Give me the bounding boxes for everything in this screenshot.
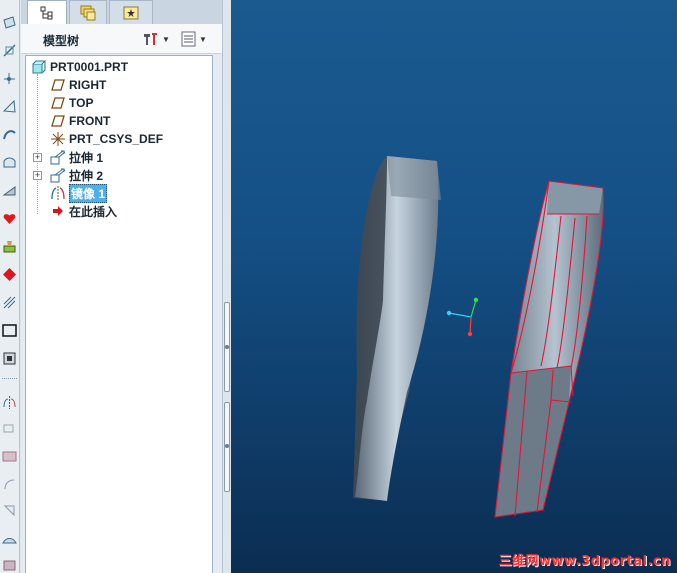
panel-splitter[interactable] — [222, 0, 231, 573]
tab-model-tree[interactable] — [27, 0, 67, 24]
mirrored-part[interactable] — [494, 180, 605, 518]
sweep-tool-icon[interactable] — [1, 126, 18, 143]
solidify-tool-icon[interactable] — [1, 532, 18, 549]
feature-toolbar — [0, 0, 20, 573]
trim-tool-icon[interactable] — [1, 448, 18, 465]
extrude-icon — [50, 149, 66, 165]
expand-toggle[interactable]: + — [33, 171, 42, 180]
mirror-tool-icon[interactable] — [1, 394, 18, 411]
tools-icon — [144, 33, 157, 45]
datum-axis-tool-icon[interactable] — [1, 42, 18, 59]
graphics-viewport[interactable]: 三维网www.3dportal.cn — [231, 0, 677, 573]
tab-folder-browser[interactable] — [69, 0, 107, 24]
hole-tool-icon[interactable] — [1, 238, 18, 255]
tree-root-part[interactable]: PRT0001.PRT — [31, 58, 128, 76]
tree-root-label: PRT0001.PRT — [50, 60, 129, 74]
tree-item-insert-here[interactable]: 在此插入 — [50, 202, 117, 220]
offset-tool-icon[interactable] — [1, 476, 18, 493]
navigator-panel: 模型树 ▼ ▼ PRT0001.PRT RIGHT TOP FRONT PRT_… — [21, 0, 222, 573]
model-tree: PRT0001.PRT RIGHT TOP FRONT PRT_CSYS_DEF… — [25, 55, 213, 573]
sketch-tool-icon[interactable] — [1, 98, 18, 115]
insert-here-arrow-icon — [50, 203, 66, 219]
navigator-tabs — [21, 0, 222, 24]
tree-item-label: 拉伸 2 — [69, 168, 104, 183]
expand-toggle[interactable]: + — [33, 153, 42, 162]
tree-item-csys[interactable]: PRT_CSYS_DEF — [50, 130, 163, 148]
pattern-tool-icon[interactable] — [1, 294, 18, 311]
coordinate-triad — [446, 297, 479, 337]
tab-favorites[interactable] — [109, 0, 153, 24]
tree-item-label: TOP — [69, 96, 94, 110]
datum-plane-icon — [50, 95, 66, 111]
tree-item-label: 镜像 1 — [69, 183, 108, 203]
splitter-grip — [225, 444, 229, 448]
tree-settings-button[interactable]: ▼ — [142, 29, 174, 49]
mirror-icon — [50, 185, 66, 201]
tree-item-mirror-1[interactable]: 镜像 1 — [50, 183, 108, 203]
tree-item-extrude-2[interactable]: 拉伸 2 — [50, 166, 103, 184]
tree-item-right[interactable]: RIGHT — [50, 76, 106, 94]
tree-display-button[interactable]: ▼ — [181, 29, 213, 49]
surface-tool-icon[interactable] — [1, 154, 18, 171]
tree-item-label: RIGHT — [69, 78, 107, 92]
watermark: 三维网www.3dportal.cn — [498, 554, 671, 569]
merge-tool-icon[interactable] — [1, 420, 18, 437]
folder-browser-icon — [80, 5, 96, 20]
part-icon — [31, 59, 47, 75]
rib-tool-icon[interactable] — [1, 182, 18, 199]
datum-point-tool-icon[interactable] — [1, 70, 18, 87]
tree-item-front[interactable]: FRONT — [50, 112, 110, 130]
toolbar-separator — [2, 378, 17, 379]
thicken-tool-icon[interactable] — [1, 502, 18, 519]
coordinate-system-icon — [50, 131, 66, 147]
datum-plane-tool-icon[interactable] — [1, 14, 18, 31]
tree-item-extrude-1[interactable]: 拉伸 1 — [50, 148, 103, 166]
shell-tool-icon[interactable] — [1, 350, 18, 367]
favorites-icon — [123, 6, 139, 20]
splitter-grip — [225, 345, 229, 349]
model-tree-icon — [40, 6, 53, 19]
extrude-icon — [50, 167, 66, 183]
heart-shape-tool-icon[interactable] — [1, 210, 18, 227]
model-graphics — [353, 156, 605, 518]
chevron-down-icon: ▼ — [162, 34, 170, 44]
datum-plane-icon — [50, 77, 66, 93]
rectangle-tool-icon[interactable] — [1, 322, 18, 339]
show-list-icon — [181, 31, 196, 47]
tree-item-label: 拉伸 1 — [69, 150, 104, 165]
tree-item-label: FRONT — [69, 114, 111, 128]
tree-item-label: PRT_CSYS_DEF — [69, 132, 164, 146]
tree-guide-line — [37, 74, 38, 214]
tree-item-top[interactable]: TOP — [50, 94, 93, 112]
diamond-tool-icon[interactable] — [1, 266, 18, 283]
original-part[interactable] — [353, 156, 441, 501]
tree-item-label: 在此插入 — [69, 204, 118, 219]
chevron-down-icon: ▼ — [199, 34, 207, 44]
model-tree-header: 模型树 ▼ ▼ — [21, 24, 222, 54]
model-tree-title: 模型树 — [43, 34, 80, 48]
wrap-tool-icon[interactable] — [1, 556, 18, 573]
datum-plane-icon — [50, 113, 66, 129]
